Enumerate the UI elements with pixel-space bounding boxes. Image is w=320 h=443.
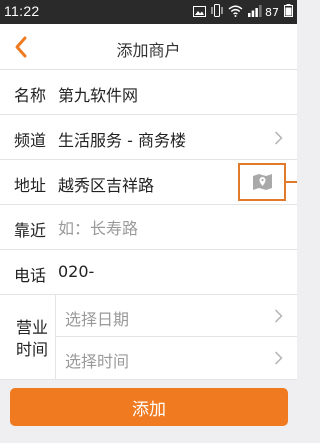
chevron-right-icon — [274, 309, 283, 323]
business-hours-row: 营业时间 选择日期 选择时间 — [0, 295, 297, 380]
status-icons: 87 — [193, 4, 293, 21]
status-bar: 11:22 87 — [0, 0, 297, 24]
select-date-placeholder: 选择日期 — [65, 310, 130, 329]
name-row[interactable]: 名称 第九软件网 — [0, 70, 297, 115]
address-field[interactable]: 越秀区吉祥路 — [58, 172, 154, 196]
chevron-right-icon — [274, 131, 283, 145]
nearby-label: 靠近 — [14, 221, 47, 240]
nearby-input[interactable] — [58, 217, 278, 239]
name-label: 名称 — [14, 86, 47, 105]
image-icon — [193, 5, 206, 21]
page-title: 添加商户 — [116, 41, 181, 60]
nav-bar: 添加商户 — [0, 24, 297, 70]
merchant-form: 名称 第九软件网 频道 生活服务 - 商务楼 地址 越秀区吉祥路 靠近 电话 0… — [0, 70, 297, 380]
address-row[interactable]: 地址 越秀区吉祥路 — [0, 160, 297, 205]
wifi-icon — [228, 5, 243, 21]
map-location-button[interactable] — [238, 163, 286, 201]
address-label: 地址 — [14, 176, 47, 195]
chevron-right-icon — [274, 351, 283, 365]
select-date-picker[interactable]: 选择日期 — [56, 295, 297, 337]
nearby-row[interactable]: 靠近 — [0, 205, 297, 250]
channel-value: 生活服务 - 商务楼 — [58, 131, 186, 150]
signal-icon — [248, 4, 262, 21]
add-button[interactable]: 添加 — [10, 388, 288, 426]
phone-field[interactable]: 020- — [58, 262, 94, 281]
channel-row[interactable]: 频道 生活服务 - 商务楼 — [0, 115, 297, 160]
callout-line — [286, 181, 297, 183]
phone-label: 电话 — [14, 266, 47, 285]
battery-level: 87 — [265, 6, 279, 19]
name-field[interactable]: 第九软件网 — [58, 82, 138, 106]
vibrate-icon — [211, 4, 223, 21]
map-pin-icon — [253, 174, 272, 190]
status-time: 11:22 — [4, 3, 40, 19]
battery-icon — [284, 4, 293, 21]
select-time-placeholder: 选择时间 — [65, 352, 130, 371]
business-hours-label: 营业时间 — [16, 318, 49, 359]
select-time-picker[interactable]: 选择时间 — [56, 337, 297, 379]
phone-row[interactable]: 电话 020- — [0, 250, 297, 295]
channel-label: 频道 — [14, 131, 47, 150]
